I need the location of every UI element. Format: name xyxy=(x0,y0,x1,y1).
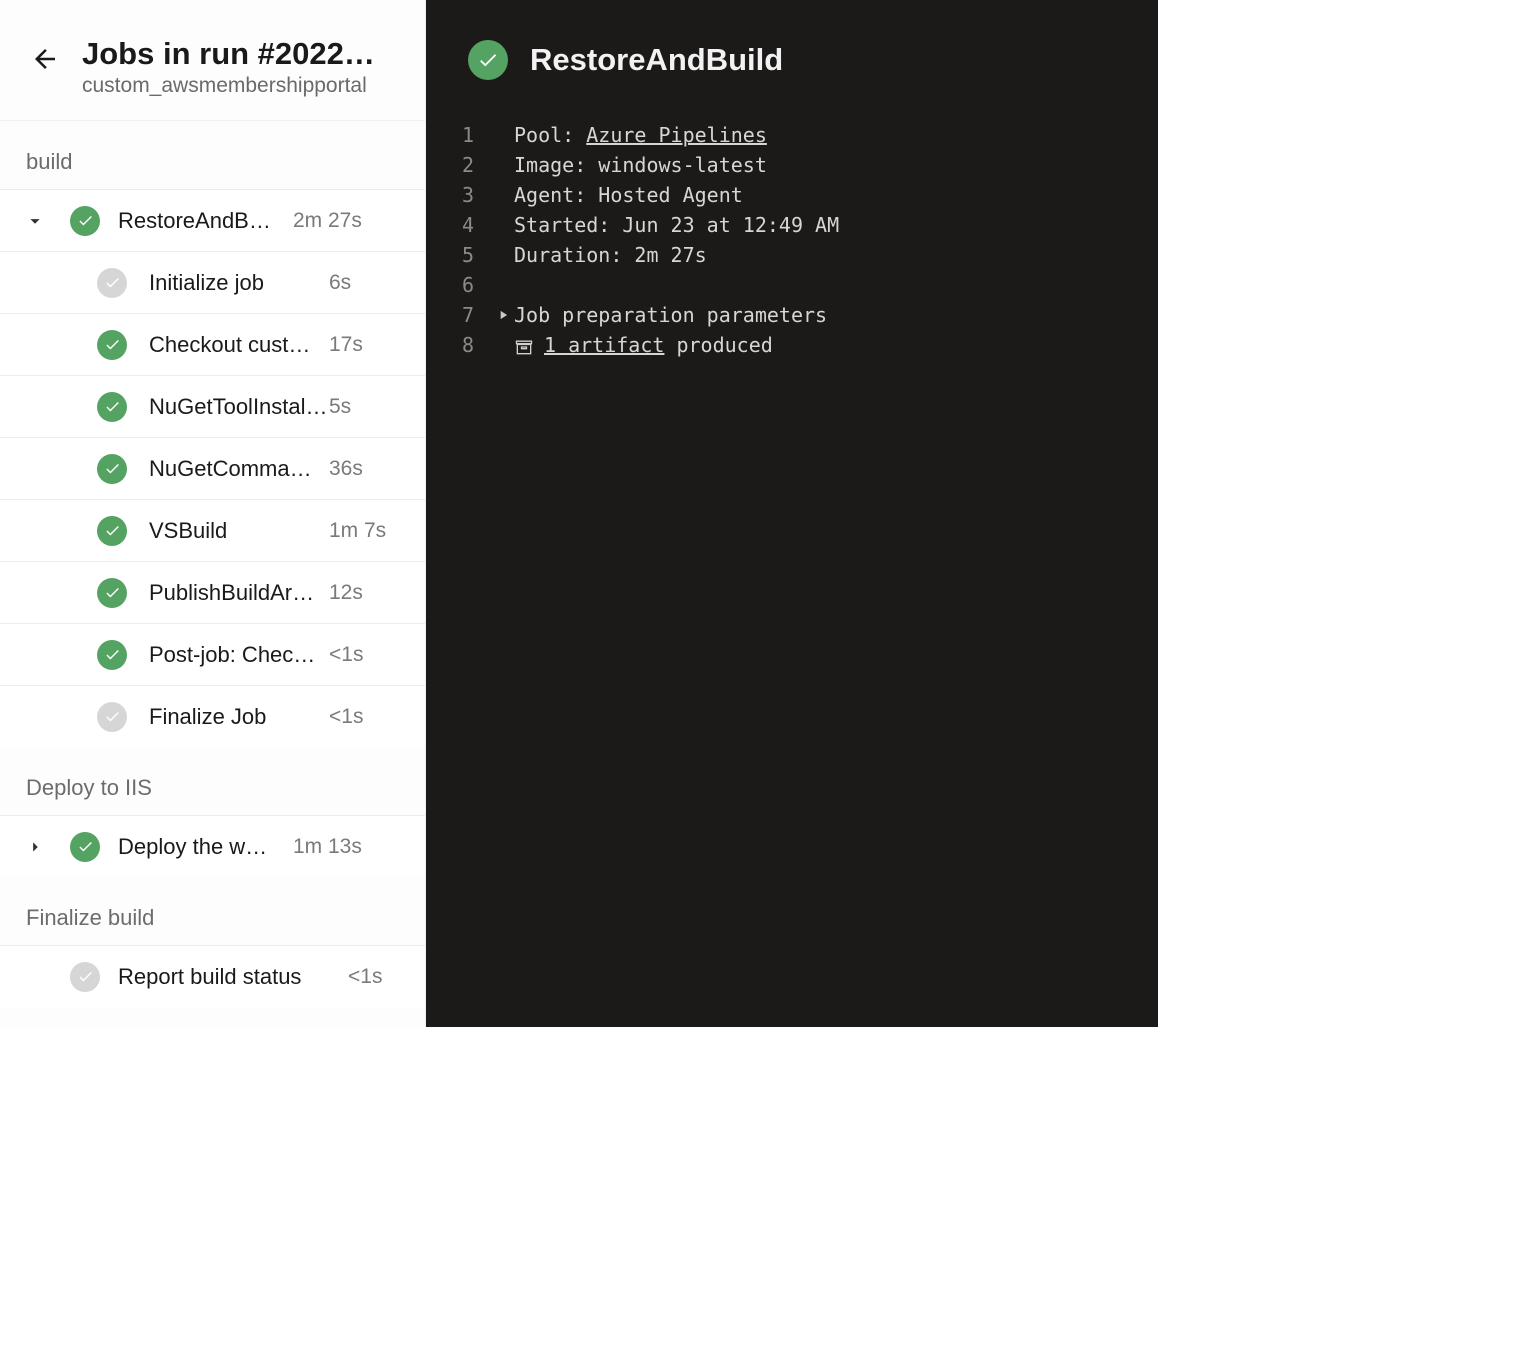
step-duration: <1s xyxy=(329,643,369,667)
job-duration: 1m 13s xyxy=(293,835,368,859)
status-success-icon xyxy=(70,206,100,236)
status-success-icon xyxy=(97,516,127,546)
line-number: 8 xyxy=(426,330,492,360)
sidebar-header: Jobs in run #2022… custom_awsmembershipp… xyxy=(0,0,425,121)
step-duration: <1s xyxy=(329,705,369,729)
job-duration: 2m 27s xyxy=(293,209,368,233)
step-label: PublishBuildAr… xyxy=(149,580,329,606)
status-success-icon xyxy=(97,330,127,360)
status-success-icon xyxy=(97,578,127,608)
line-number: 4 xyxy=(426,210,492,240)
line-number: 7 xyxy=(426,300,492,330)
job-row[interactable]: Deploy the w…1m 13s xyxy=(0,815,425,877)
step-label: Checkout cust… xyxy=(149,332,329,358)
stage-header: Finalize build xyxy=(0,877,425,945)
step-duration: 12s xyxy=(329,581,369,605)
step-duration: 5s xyxy=(329,395,357,419)
step-duration: 36s xyxy=(329,457,369,481)
step-row[interactable]: Checkout cust…17s xyxy=(0,313,425,375)
step-label: Finalize Job xyxy=(149,704,329,730)
page-title: Jobs in run #2022… xyxy=(82,36,399,72)
step-row[interactable]: NuGetToolInstal…5s xyxy=(0,375,425,437)
log-line-prep: Job preparation parameters xyxy=(514,300,827,330)
stage-header: build xyxy=(0,121,425,189)
job-row[interactable]: Report build status<1s xyxy=(0,945,425,1007)
line-number: 6 xyxy=(426,270,492,300)
log-line-artifact: 1 artifact produced xyxy=(514,330,773,360)
line-number: 1 xyxy=(426,120,492,150)
step-label: Post-job: Chec… xyxy=(149,642,329,668)
status-neutral-icon xyxy=(70,962,100,992)
archive-icon xyxy=(514,337,534,357)
step-label: VSBuild xyxy=(149,518,329,544)
check-icon xyxy=(477,49,499,71)
main-panel: RestoreAndBuild 1 Pool: Azure Pipelines 2… xyxy=(426,0,1158,1027)
stage-header: Deploy to IIS xyxy=(0,747,425,815)
back-button[interactable] xyxy=(26,40,64,78)
status-success-icon xyxy=(70,832,100,862)
step-label: NuGetComma… xyxy=(149,456,329,482)
arrow-left-icon xyxy=(30,44,60,74)
expand-toggle[interactable] xyxy=(492,300,514,330)
log-line-image: Image: windows-latest xyxy=(514,150,767,180)
step-duration: 6s xyxy=(329,271,357,295)
page-subtitle: custom_awsmembershipportal xyxy=(82,74,399,98)
job-row[interactable]: RestoreAndB…2m 27s xyxy=(0,189,425,251)
job-label: RestoreAndB… xyxy=(118,208,293,234)
sidebar: Jobs in run #2022… custom_awsmembershipp… xyxy=(0,0,426,1027)
step-duration: 1m 7s xyxy=(329,519,392,543)
step-row[interactable]: Initialize job6s xyxy=(0,251,425,313)
status-success-icon xyxy=(97,392,127,422)
chevron-down-icon[interactable] xyxy=(0,210,70,232)
line-number: 3 xyxy=(426,180,492,210)
status-success-icon xyxy=(97,640,127,670)
job-duration: <1s xyxy=(348,965,388,989)
status-neutral-icon xyxy=(97,268,127,298)
title-wrap: Jobs in run #2022… custom_awsmembershipp… xyxy=(82,36,399,98)
step-row[interactable]: PublishBuildAr…12s xyxy=(0,561,425,623)
step-label: NuGetToolInstal… xyxy=(149,394,329,420)
step-duration: 17s xyxy=(329,333,369,357)
status-success-icon xyxy=(97,454,127,484)
main-header: RestoreAndBuild xyxy=(426,0,1158,102)
job-label: Deploy the w… xyxy=(118,834,293,860)
step-label: Initialize job xyxy=(149,270,329,296)
step-row[interactable]: VSBuild1m 7s xyxy=(0,499,425,561)
job-label: Report build status xyxy=(118,964,348,990)
log-line-empty xyxy=(514,270,526,300)
line-number: 5 xyxy=(426,240,492,270)
log-area: 1 Pool: Azure Pipelines 2 Image: windows-l… xyxy=(426,102,1158,360)
status-neutral-icon xyxy=(97,702,127,732)
step-row[interactable]: Post-job: Chec…<1s xyxy=(0,623,425,685)
pool-link[interactable]: Azure Pipelines xyxy=(586,123,767,147)
chevron-right-icon[interactable] xyxy=(0,836,70,858)
line-number: 2 xyxy=(426,150,492,180)
artifact-link[interactable]: 1 artifact xyxy=(544,333,664,357)
log-line-pool: Pool: Azure Pipelines xyxy=(514,120,767,150)
step-row[interactable]: Finalize Job<1s xyxy=(0,685,425,747)
triangle-right-icon xyxy=(496,308,510,322)
step-row[interactable]: NuGetComma…36s xyxy=(0,437,425,499)
main-status-icon xyxy=(468,40,508,80)
log-line-started: Started: Jun 23 at 12:49 AM xyxy=(514,210,839,240)
main-title: RestoreAndBuild xyxy=(530,42,783,78)
log-line-duration: Duration: 2m 27s xyxy=(514,240,707,270)
log-line-agent: Agent: Hosted Agent xyxy=(514,180,743,210)
